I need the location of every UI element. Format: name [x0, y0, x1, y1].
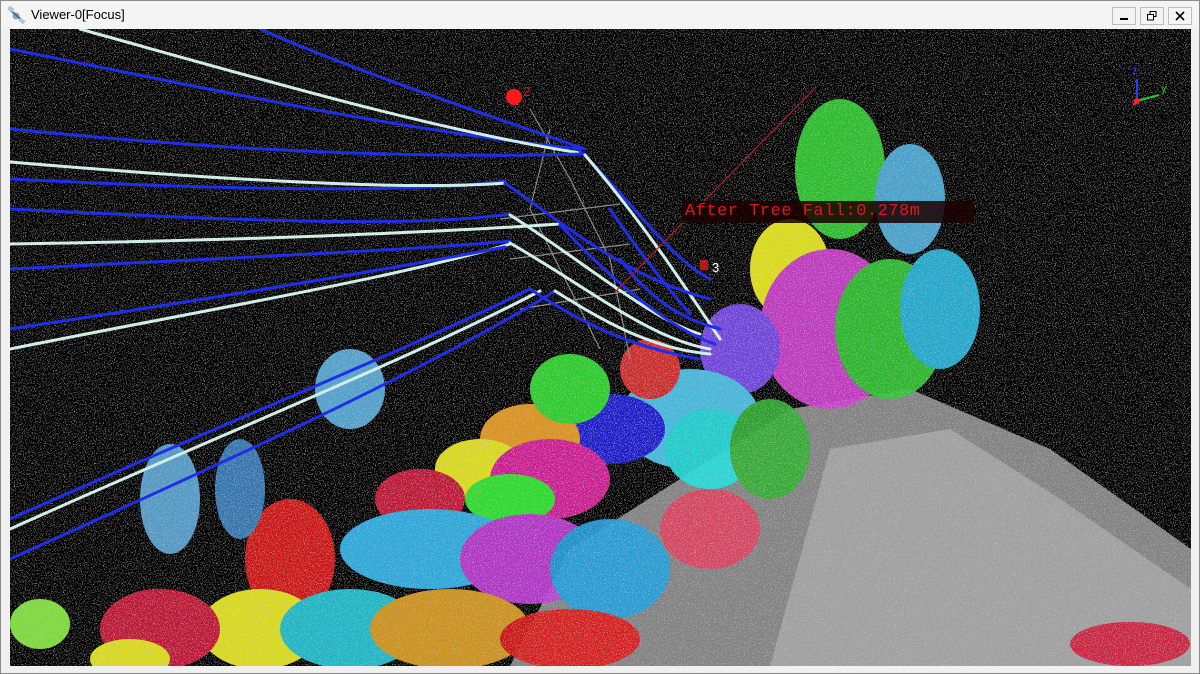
close-button[interactable] [1168, 7, 1192, 25]
minimize-icon [1119, 11, 1129, 21]
restore-icon [1147, 11, 1157, 21]
point-cloud-scene [10, 29, 1191, 666]
axes-gizmo: z y [1125, 65, 1175, 109]
restore-button[interactable] [1140, 7, 1164, 25]
viewer-window: Viewer-0[Focus] After Tree Fall:0.278m 2… [0, 0, 1200, 674]
point-cloud-viewport[interactable]: After Tree Fall:0.278m 2 3 z y [10, 29, 1191, 666]
measure-point-2 [506, 89, 522, 105]
satellite-icon [7, 5, 27, 25]
title-bar[interactable]: Viewer-0[Focus] [1, 1, 1199, 29]
measure-point-3 [700, 260, 708, 270]
point-label-3: 3 [712, 260, 720, 275]
window-title: Viewer-0[Focus] [31, 7, 125, 22]
point-label-2: 2 [523, 84, 531, 99]
close-icon [1175, 11, 1185, 21]
z-axis-label: z [1132, 65, 1138, 77]
minimize-button[interactable] [1112, 7, 1136, 25]
measurement-label: After Tree Fall:0.278m [685, 202, 921, 221]
y-axis-label: y [1161, 83, 1167, 95]
